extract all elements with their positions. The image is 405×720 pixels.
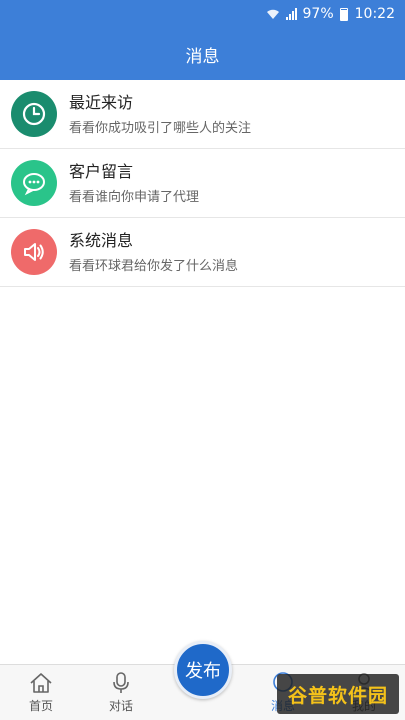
watermark-logo: 谷普软件园 — [277, 674, 399, 714]
battery-icon — [339, 7, 348, 21]
speaker-icon — [11, 229, 57, 275]
app-header: 消息 — [0, 28, 405, 80]
message-item-system-messages[interactable]: 系统消息 看看环球君给你发了什么消息 — [0, 218, 405, 287]
message-subtitle: 看看谁向你申请了代理 — [69, 189, 200, 205]
status-bar: 97% 10:22 — [0, 0, 405, 28]
tab-chat-label: 对话 — [108, 699, 133, 713]
message-title: 系统消息 — [69, 230, 134, 250]
home-icon — [30, 673, 52, 693]
chat-bubble-icon — [11, 160, 57, 206]
clock-icon — [11, 91, 57, 137]
message-subtitle: 看看你成功吸引了哪些人的关注 — [69, 120, 252, 136]
message-title: 客户留言 — [69, 161, 134, 181]
wifi-icon — [266, 9, 279, 19]
microphone-icon — [113, 672, 129, 693]
publish-label: 发布 — [185, 661, 221, 682]
message-title: 最近来访 — [69, 92, 134, 112]
message-item-recent-visits[interactable]: 最近来访 看看你成功吸引了哪些人的关注 — [0, 80, 405, 149]
tab-home-label: 首页 — [28, 699, 53, 713]
message-list: 最近来访 看看你成功吸引了哪些人的关注 客户留言 看看谁向你申请了代理 系统消息… — [0, 80, 405, 287]
tab-home[interactable]: 首页 — [11, 671, 71, 714]
publish-button[interactable]: 发布 — [174, 641, 232, 699]
clock-time: 10:22 — [354, 6, 395, 22]
message-item-customer-comments[interactable]: 客户留言 看看谁向你申请了代理 — [0, 149, 405, 218]
message-subtitle: 看看环球君给你发了什么消息 — [69, 258, 239, 274]
page-title: 消息 — [185, 46, 220, 67]
signal-icon — [285, 8, 297, 20]
tab-chat[interactable]: 对话 — [91, 671, 151, 714]
watermark-text: 谷普软件园 — [287, 684, 388, 707]
battery-percent: 97% — [302, 6, 334, 22]
